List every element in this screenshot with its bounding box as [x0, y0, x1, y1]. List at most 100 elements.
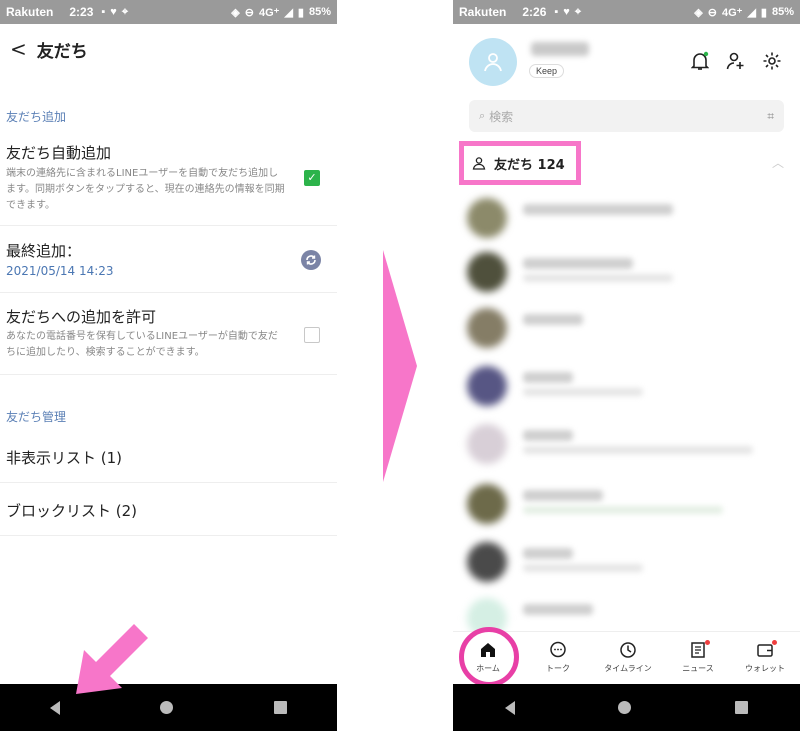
next-step-arrow-icon — [383, 250, 417, 482]
list-item[interactable] — [467, 250, 787, 294]
bell-icon[interactable] — [689, 50, 711, 72]
line-home-screen: Rakuten 2:26 ▪ ♥ ⌖ ◈ ⊖ 4G⁺ ◢ ▮ 85% Keep — [453, 0, 800, 731]
battery-level: 85% — [308, 6, 331, 18]
header: < 友だち — [0, 24, 337, 74]
person-icon — [484, 53, 502, 72]
heart-icon: ♥ — [563, 6, 570, 18]
divider — [0, 225, 337, 226]
chat-icon — [523, 640, 593, 660]
chevron-left-icon[interactable]: < — [10, 37, 27, 61]
allow-add-checkbox[interactable] — [304, 327, 320, 343]
comparison-figure: Rakuten 2:23 ▪ ♥ ⌖ ◈ ⊖ 4G⁺ ◢ ▮ 85% < 友だち… — [0, 0, 800, 731]
chevron-up-icon[interactable]: ︿ — [772, 154, 784, 171]
tab-label: ウォレット — [745, 664, 785, 673]
list-item[interactable] — [467, 482, 787, 526]
hidden-list-item[interactable]: 非表示リスト (1) — [6, 447, 122, 468]
signal-icon: ◢ — [747, 6, 756, 19]
home-button[interactable] — [618, 701, 632, 714]
network-type: 4G⁺ — [258, 6, 280, 19]
auto-add-description: 端末の連絡先に含まれるLINEユーザーを自動で友だち追加します。同期ボタンをタッ… — [6, 168, 285, 211]
clock-icon — [593, 640, 663, 660]
section-label-manage-friends: 友だち管理 — [6, 410, 67, 424]
notification-dot — [705, 640, 710, 645]
list-item[interactable] — [467, 364, 787, 408]
home-tab-highlight-circle — [459, 627, 519, 687]
battery-icon: ▮ — [297, 6, 304, 19]
dnd-icon: ⊖ — [707, 6, 717, 19]
allow-add-title: 友だちへの追加を許可 — [6, 308, 157, 326]
wallet-icon — [730, 640, 800, 660]
friend-name-blurred — [523, 548, 573, 559]
battery-level: 85% — [771, 6, 794, 18]
person-icon — [472, 157, 486, 170]
android-nav-bar — [0, 684, 337, 731]
image-icon: ▪ — [101, 6, 106, 18]
divider — [0, 535, 337, 536]
friends-count-label: 友だち 124 — [494, 157, 565, 173]
search-placeholder: 検索 — [489, 109, 514, 124]
network-type: 4G⁺ — [721, 6, 743, 19]
friend-status-blurred — [523, 388, 643, 396]
vibrate-icon: ◈ — [694, 6, 703, 19]
dnd-icon: ⊖ — [244, 6, 254, 19]
divider — [0, 482, 337, 483]
last-added-title: 最終追加： — [6, 242, 82, 260]
auto-add-checkbox[interactable]: ✓ — [304, 170, 320, 186]
list-item[interactable] — [467, 306, 787, 350]
avatar — [467, 198, 507, 238]
friends-settings-screen: Rakuten 2:23 ▪ ♥ ⌖ ◈ ⊖ 4G⁺ ◢ ▮ 85% < 友だち… — [0, 0, 337, 731]
friend-name-blurred — [523, 204, 673, 215]
back-button[interactable] — [504, 700, 515, 715]
friend-status-blurred — [523, 564, 643, 572]
tab-news[interactable]: ニュース — [663, 640, 733, 674]
allow-add-description: あなたの電話番号を保有しているLINEユーザーが自動で友だちに追加したり、検索す… — [6, 331, 278, 358]
last-added-date: 2021/05/14 14:23 — [6, 264, 114, 278]
friend-status-blurred — [523, 506, 723, 514]
friend-name-blurred — [523, 604, 593, 615]
friends-section-header[interactable]: 友だち 124 — [459, 141, 581, 185]
friend-name-blurred — [523, 372, 573, 383]
auto-add-title: 友だち自動追加 — [6, 144, 112, 162]
friend-name-blurred — [523, 430, 573, 441]
recents-button[interactable] — [273, 701, 287, 714]
friend-status-blurred — [523, 274, 673, 282]
divider — [0, 374, 337, 375]
avatar — [467, 252, 507, 292]
divider — [0, 292, 337, 293]
sync-icon[interactable] — [301, 250, 321, 270]
scan-icon[interactable]: ⌗ — [767, 109, 774, 124]
list-item[interactable] — [467, 422, 787, 466]
news-icon — [663, 640, 733, 660]
search-input[interactable]: ⌕ 検索 ⌗ — [469, 100, 784, 132]
gear-icon[interactable] — [761, 50, 783, 72]
friend-status-blurred — [523, 446, 753, 454]
status-bar: Rakuten 2:23 ▪ ♥ ⌖ ◈ ⊖ 4G⁺ ◢ ▮ 85% — [0, 0, 337, 24]
carrier-name: Rakuten — [6, 5, 54, 19]
back-button[interactable] — [50, 700, 61, 715]
tab-wallet[interactable]: ウォレット — [730, 640, 800, 674]
avatar — [467, 424, 507, 464]
avatar — [467, 308, 507, 348]
home-button[interactable] — [160, 701, 174, 714]
add-friend-icon[interactable] — [725, 50, 747, 72]
search-icon: ⌕ — [479, 109, 486, 122]
page-title: 友だち — [36, 41, 88, 62]
list-item[interactable] — [467, 196, 787, 240]
tab-timeline[interactable]: タイムライン — [593, 640, 663, 674]
tab-talk[interactable]: トーク — [523, 640, 593, 674]
section-label-add-friends: 友だち追加 — [6, 110, 67, 124]
vibrate-icon: ◈ — [231, 6, 240, 19]
profile-avatar[interactable] — [469, 38, 517, 86]
location-icon: ⌖ — [121, 5, 129, 18]
android-nav-bar — [453, 684, 800, 731]
tab-label: トーク — [546, 664, 570, 673]
clock: 2:26 — [522, 5, 547, 19]
block-list-item[interactable]: ブロックリスト (2) — [6, 500, 137, 521]
pointer-arrow-icon — [76, 624, 148, 694]
status-bar: Rakuten 2:26 ▪ ♥ ⌖ ◈ ⊖ 4G⁺ ◢ ▮ 85% — [453, 0, 800, 24]
recents-button[interactable] — [735, 701, 749, 714]
signal-icon: ◢ — [284, 6, 293, 19]
keep-button[interactable]: Keep — [529, 64, 565, 78]
list-item[interactable] — [467, 540, 787, 584]
tab-label: ニュース — [682, 664, 714, 673]
